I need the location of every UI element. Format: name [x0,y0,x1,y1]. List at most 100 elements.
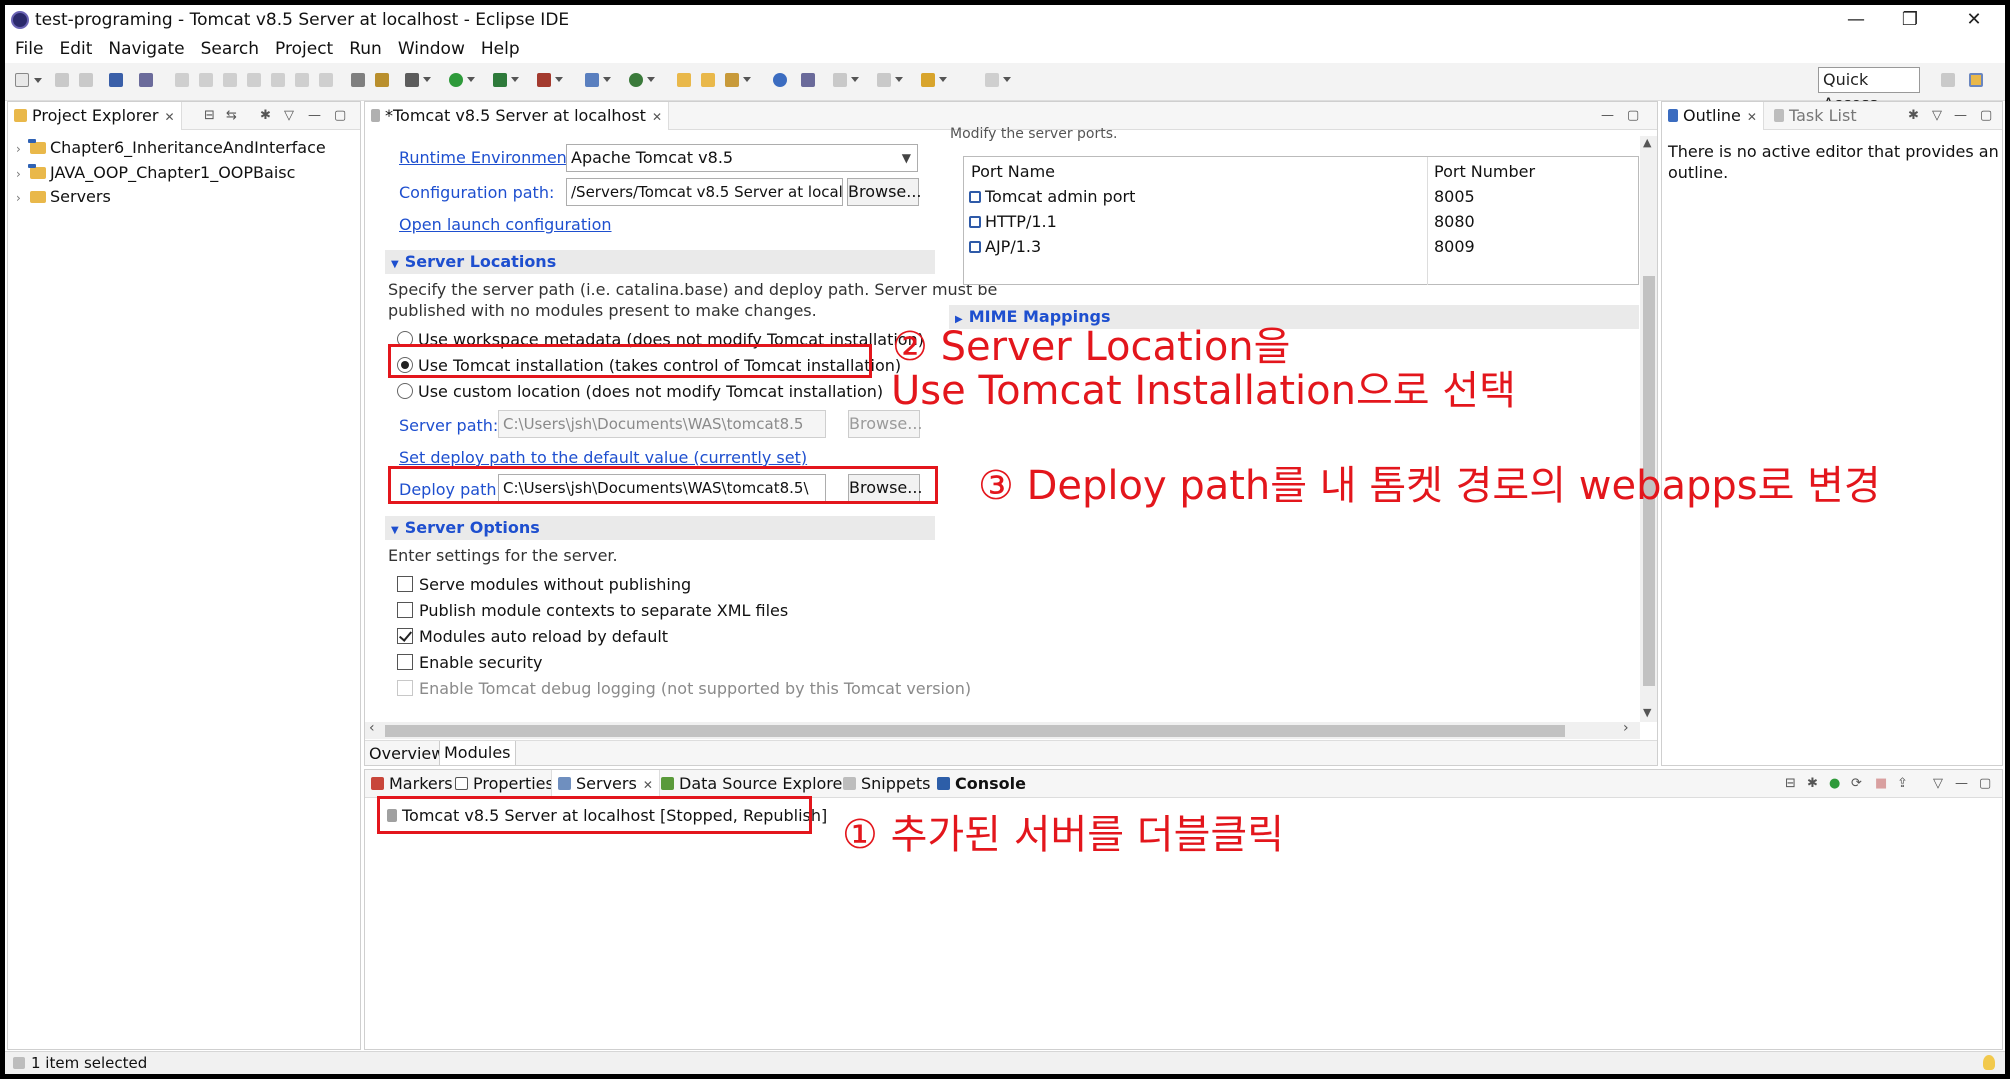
close-button[interactable]: ✕ [1951,7,1997,33]
filter-icon[interactable]: ✱ [260,108,271,123]
step-return-icon[interactable] [319,73,333,87]
new-java-project-icon[interactable] [585,73,611,87]
external-tools-icon[interactable] [537,73,563,87]
maximize-view-icon[interactable]: ▢ [334,108,346,123]
table-row[interactable]: Tomcat admin port [969,187,1135,206]
tree-item-java-oop[interactable]: › JAVA_OOP_Chapter1_OOPBaisc [16,163,295,182]
coverage-icon[interactable] [493,73,519,87]
collapse-all-icon[interactable]: ⊟ [204,108,215,123]
ports-table[interactable]: Port Name Port Number Tomcat admin port … [963,156,1639,285]
link-editor-icon[interactable]: ⇆ [226,108,237,123]
tree-item-servers[interactable]: › Servers [16,187,111,206]
new-class-icon[interactable] [629,73,655,87]
open-task-icon[interactable] [701,73,715,87]
chevron-right-icon[interactable]: › [16,167,30,181]
filter-icon[interactable]: ✱ [1908,108,1919,123]
close-tab-icon[interactable]: ✕ [652,110,662,124]
debug-icon[interactable] [405,73,431,87]
open-perspective-icon[interactable] [1941,73,1955,87]
minimize-button[interactable]: — [1833,7,1879,33]
maximize-view-icon[interactable]: ▢ [1980,108,1992,123]
forward-icon[interactable] [985,73,1011,87]
close-tab-icon[interactable]: ✕ [643,778,653,792]
search-icon[interactable] [801,73,815,87]
tab-overview[interactable]: Overview [369,744,444,763]
server-locations-header[interactable]: ▼ Server Locations [385,250,935,274]
maximize-view-icon[interactable]: ▢ [1979,776,1991,791]
table-row[interactable]: HTTP/1.1 [969,212,1057,231]
disconnect-icon[interactable] [247,73,261,87]
tab-tomcat-server-editor[interactable]: *Tomcat v8.5 Server at localhost ✕ [365,102,669,130]
scroll-left-icon[interactable]: ‹ [369,720,375,736]
tab-snippets[interactable]: Snippets [837,770,937,798]
terminal-icon[interactable] [109,73,123,87]
tab-outline[interactable]: Outline ✕ [1662,102,1764,130]
configuration-path-input[interactable]: /Servers/Tomcat v8.5 Server at localho [566,178,843,206]
pen-icon[interactable] [725,73,751,87]
prev-annotation-icon[interactable] [877,73,903,87]
scrollbar-thumb[interactable] [385,725,1565,737]
menu-window[interactable]: Window [390,35,473,59]
suspend-icon[interactable] [199,73,213,87]
tab-modules[interactable]: Modules [439,741,516,765]
view-menu-icon[interactable]: ▽ [284,108,294,123]
tab-task-list[interactable]: Task List [1768,102,1863,130]
table-row[interactable]: AJP/1.3 [969,237,1041,256]
checkbox-serve-modules[interactable]: Serve modules without publishing [397,575,691,594]
save-icon[interactable] [55,73,69,87]
menu-file[interactable]: File [7,35,51,59]
outline-view-icon[interactable] [351,73,365,87]
maximize-view-icon[interactable]: ▢ [1627,108,1639,123]
tab-properties[interactable]: Properties [449,770,560,798]
chevron-right-icon[interactable]: › [16,191,30,205]
globe-icon[interactable] [773,73,787,87]
tab-console[interactable]: Console [931,770,1032,798]
checkbox[interactable] [397,576,413,592]
vertical-scrollbar[interactable]: ▲ ▼ [1640,136,1657,722]
chevron-right-icon[interactable]: › [16,142,30,156]
radio-button[interactable] [397,383,413,399]
checkbox-disabled[interactable] [397,680,413,696]
horizontal-scrollbar[interactable]: ‹ › [365,720,1640,739]
port-number[interactable]: 8009 [1434,237,1475,256]
port-number[interactable]: 8080 [1434,212,1475,231]
close-tab-icon[interactable]: ✕ [164,110,174,124]
col-port-number[interactable]: Port Number [1434,162,1535,181]
menu-search[interactable]: Search [193,35,267,59]
set-deploy-path-link[interactable]: Set deploy path to the default value (cu… [399,448,807,467]
checkbox-publish-contexts[interactable]: Publish module contexts to separate XML … [397,601,788,620]
resume-icon[interactable] [175,73,189,87]
run-icon[interactable] [449,73,475,87]
scroll-right-icon[interactable]: › [1623,720,1629,736]
java-ee-perspective-icon[interactable] [1969,73,1983,87]
menu-project[interactable]: Project [267,35,341,59]
back-icon[interactable] [921,73,947,87]
minimize-view-icon[interactable]: — [1954,108,1967,123]
checkbox-checked[interactable] [397,628,413,644]
configuration-browse-button[interactable]: Browse... [847,178,922,206]
stop-server-icon[interactable]: ■ [1875,776,1887,791]
step-over-icon[interactable] [295,73,309,87]
checkbox[interactable] [397,654,413,670]
checkbox-debug-logging[interactable]: Enable Tomcat debug logging (not support… [397,679,971,698]
radio-custom-location[interactable]: Use custom location (does not modify Tom… [397,382,883,401]
port-number[interactable]: 8005 [1434,187,1475,206]
menu-navigate[interactable]: Navigate [100,35,192,59]
tab-markers[interactable]: Markers [365,770,459,798]
tab-data-source-explorer[interactable]: Data Source Explorer [655,770,855,798]
menu-run[interactable]: Run [341,35,390,59]
profile-server-icon[interactable]: ⟳ [1851,776,1862,791]
scroll-up-icon[interactable]: ▲ [1643,136,1651,149]
open-folder-icon[interactable] [677,73,691,87]
col-port-name[interactable]: Port Name [971,162,1055,181]
runtime-environment-link[interactable]: Runtime Environment: [399,148,578,167]
view-menu-icon[interactable]: ▽ [1932,108,1942,123]
tree-item-chapter6[interactable]: › Chapter6_InheritanceAndInterface [16,138,326,157]
menu-edit[interactable]: Edit [51,35,100,59]
save-all-icon[interactable] [79,73,93,87]
start-server-icon[interactable]: ● [1829,776,1840,791]
collapse-all-icon[interactable]: ⊟ [1785,776,1796,791]
menu-help[interactable]: Help [473,35,528,59]
minimize-view-icon[interactable]: — [1601,108,1614,123]
open-launch-configuration-link[interactable]: Open launch configuration [399,215,612,234]
